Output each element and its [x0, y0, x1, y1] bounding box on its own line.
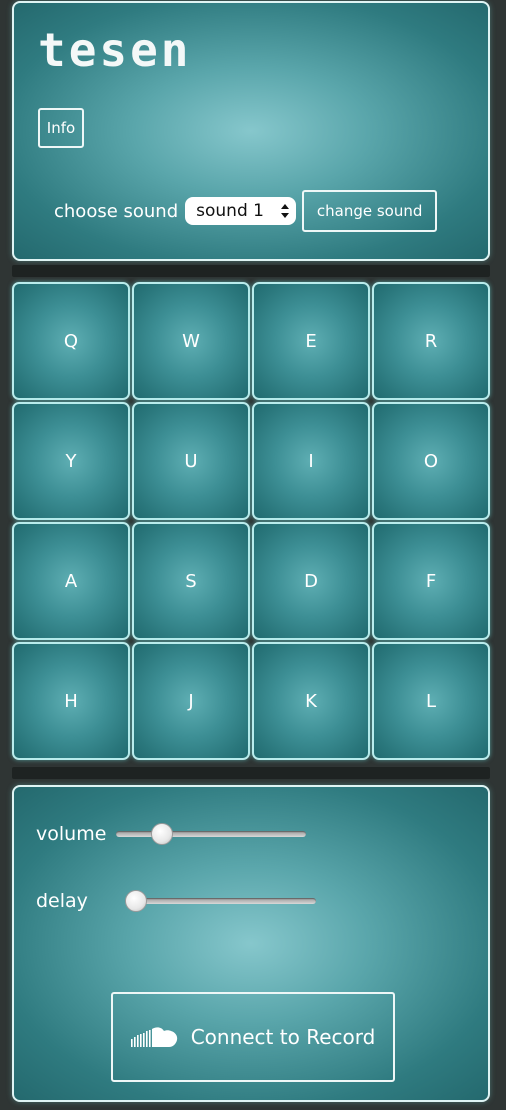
pad-h[interactable]: H: [12, 642, 130, 760]
volume-slider-thumb[interactable]: [150, 823, 173, 845]
pad-s[interactable]: S: [132, 522, 250, 640]
pad-j[interactable]: J: [132, 642, 250, 760]
pad-d[interactable]: D: [252, 522, 370, 640]
volume-slider[interactable]: [116, 823, 306, 845]
connect-to-record-label: Connect to Record: [190, 1025, 376, 1049]
connect-to-record-button[interactable]: Connect to Record: [111, 992, 395, 1082]
pad-grid: QWER YUIO ASDF HJKL: [12, 282, 492, 762]
app-title: tesen: [38, 23, 192, 77]
info-button[interactable]: Info: [38, 108, 84, 148]
change-sound-button[interactable]: change sound: [302, 190, 438, 232]
header-panel: tesen Info choose sound sound 1 change s…: [12, 1, 490, 261]
select-arrows-icon: [280, 203, 290, 219]
pad-o[interactable]: O: [372, 402, 490, 520]
volume-label: volume: [36, 823, 107, 845]
sound-select-value: sound 1: [196, 201, 264, 221]
pad-a[interactable]: A: [12, 522, 130, 640]
pad-r[interactable]: R: [372, 282, 490, 400]
sound-chooser: choose sound sound 1 change sound: [54, 190, 438, 232]
delay-label: delay: [36, 890, 88, 912]
delay-slider-thumb[interactable]: [124, 890, 147, 912]
pad-f[interactable]: F: [372, 522, 490, 640]
pad-q[interactable]: Q: [12, 282, 130, 400]
pad-y[interactable]: Y: [12, 402, 130, 520]
pad-l[interactable]: L: [372, 642, 490, 760]
app-root: tesen Info choose sound sound 1 change s…: [0, 0, 506, 1110]
pad-k[interactable]: K: [252, 642, 370, 760]
pad-w[interactable]: W: [132, 282, 250, 400]
delay-control: delay: [36, 890, 316, 912]
updown-arrow-icon: [281, 204, 290, 218]
choose-sound-label: choose sound: [54, 200, 179, 222]
divider-bottom: [12, 767, 490, 779]
sound-select[interactable]: sound 1: [185, 197, 297, 225]
controls-panel: volume delay Connect to Record: [12, 785, 490, 1102]
divider-top: [12, 265, 490, 277]
pad-u[interactable]: U: [132, 402, 250, 520]
volume-control: volume: [36, 823, 306, 845]
pad-i[interactable]: I: [252, 402, 370, 520]
delay-slider[interactable]: [124, 890, 316, 912]
soundcloud-icon: [130, 1027, 177, 1047]
pad-e[interactable]: E: [252, 282, 370, 400]
